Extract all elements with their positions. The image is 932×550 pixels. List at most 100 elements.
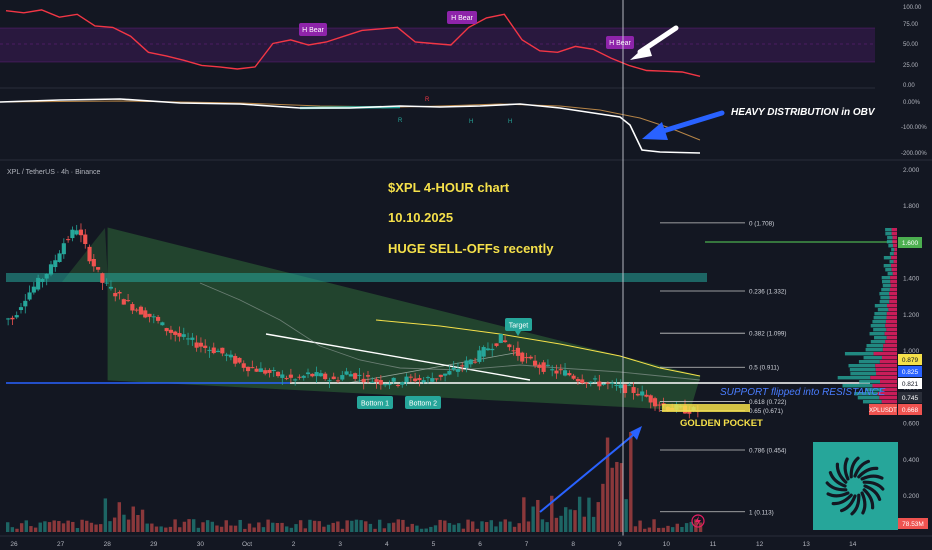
candle-body <box>271 369 276 371</box>
volume-bar <box>624 499 628 532</box>
price-tick-4: 1.200 <box>903 312 920 319</box>
volume-bar <box>508 521 512 532</box>
profile-bar-down <box>882 348 897 352</box>
volume-bar <box>401 519 405 532</box>
volume-bar <box>122 514 126 532</box>
volume-bar <box>531 506 535 532</box>
profile-bar-down <box>880 380 897 384</box>
candle-body <box>314 372 319 377</box>
rsi-tick-50: 50.00 <box>903 42 919 48</box>
candle-body <box>571 375 576 379</box>
profile-bar-up <box>859 380 881 384</box>
price-tick-3: 1.400 <box>903 276 920 283</box>
profile-bar-down <box>885 320 897 324</box>
candle-body <box>622 384 628 394</box>
volume-bar <box>52 520 56 532</box>
volume-bar <box>405 526 410 532</box>
profile-bar-up <box>849 368 876 372</box>
candle-body <box>245 366 251 372</box>
profile-bar-down <box>886 328 897 332</box>
profile-bar-down <box>892 272 897 276</box>
volume-bar <box>85 520 89 532</box>
profile-bar-up <box>863 356 882 360</box>
volume-bar <box>670 527 675 532</box>
volume-bar <box>410 523 414 532</box>
candle-body <box>220 347 225 354</box>
hbear-label-2: H Bear <box>447 11 477 24</box>
candle-body <box>113 292 118 297</box>
volume-bar <box>257 522 261 532</box>
volume-bar <box>447 523 452 532</box>
volume-bar <box>10 527 15 532</box>
candle-body <box>194 342 199 348</box>
candle-body <box>228 354 233 358</box>
obv-tick-200: -200.00% <box>901 151 927 157</box>
candle-body <box>164 328 169 332</box>
profile-bar-down <box>894 248 897 252</box>
candle-body <box>524 357 529 359</box>
profile-bar-down <box>881 400 897 404</box>
candle-body <box>374 379 379 382</box>
volume-bar <box>517 523 521 532</box>
profile-bar-down <box>893 252 897 256</box>
candle-body <box>605 382 610 384</box>
profile-bar-down <box>889 296 897 300</box>
profile-bar-up <box>848 364 876 368</box>
candle-body <box>554 370 559 374</box>
profile-bar-up <box>858 360 880 364</box>
profile-bar-down <box>884 332 897 336</box>
volume-bar <box>178 527 182 532</box>
profile-bar-up <box>879 300 890 304</box>
volume-bar <box>298 520 303 532</box>
candle-body <box>400 382 405 385</box>
time-tick-18: 14 <box>849 541 857 548</box>
volume-bar <box>43 521 47 532</box>
bottom2-marker: Bottom 2 <box>405 396 441 409</box>
volume-bar <box>99 524 103 532</box>
profile-bar-up <box>865 348 883 352</box>
volume-bar <box>233 525 238 532</box>
hbear-text-3: H Bear <box>609 40 631 47</box>
fib-label-0: 0 (1.708) <box>749 220 774 227</box>
candle-body <box>558 369 563 371</box>
profile-bar-down <box>890 276 897 280</box>
candle-body <box>96 267 101 270</box>
candle-body <box>267 369 272 373</box>
tag-t3: 0.821 <box>902 381 919 388</box>
candle-body <box>151 316 156 318</box>
volume-bar <box>340 528 345 532</box>
volume-bar <box>252 527 256 532</box>
candle-body <box>562 370 568 376</box>
time-tick-7: 3 <box>338 541 342 548</box>
candle-body <box>130 304 135 311</box>
candle-body <box>53 260 58 268</box>
candle-body <box>610 382 615 384</box>
candle-body <box>331 376 336 380</box>
volume-bar <box>475 528 480 532</box>
tag-last: 0.668 <box>902 407 919 414</box>
fib-label-2: 0.382 (1.099) <box>749 331 786 338</box>
profile-bar-up <box>887 236 893 240</box>
volume-bar <box>359 520 363 532</box>
candle-body <box>335 380 341 382</box>
profile-bar-up <box>879 292 890 296</box>
candle-body <box>327 380 332 382</box>
volume-bar <box>136 515 140 532</box>
candle-body <box>280 374 285 378</box>
volume-bar <box>675 523 679 532</box>
volume-bar <box>47 522 52 532</box>
volume-bar <box>643 528 647 532</box>
volume-bar <box>145 523 149 532</box>
candle-body <box>477 350 482 362</box>
volume-bar <box>568 509 573 532</box>
volume-bar <box>680 526 684 532</box>
profile-bar-down <box>891 268 897 272</box>
profile-bar-up <box>881 280 891 284</box>
volume-bar <box>336 521 340 532</box>
profile-bar-up <box>837 376 871 380</box>
hbear-text-2: H Bear <box>451 15 473 22</box>
volume-bar <box>294 524 298 532</box>
volume-bar <box>280 522 284 532</box>
profile-bar-up <box>877 308 889 312</box>
volume-bar <box>117 502 121 532</box>
